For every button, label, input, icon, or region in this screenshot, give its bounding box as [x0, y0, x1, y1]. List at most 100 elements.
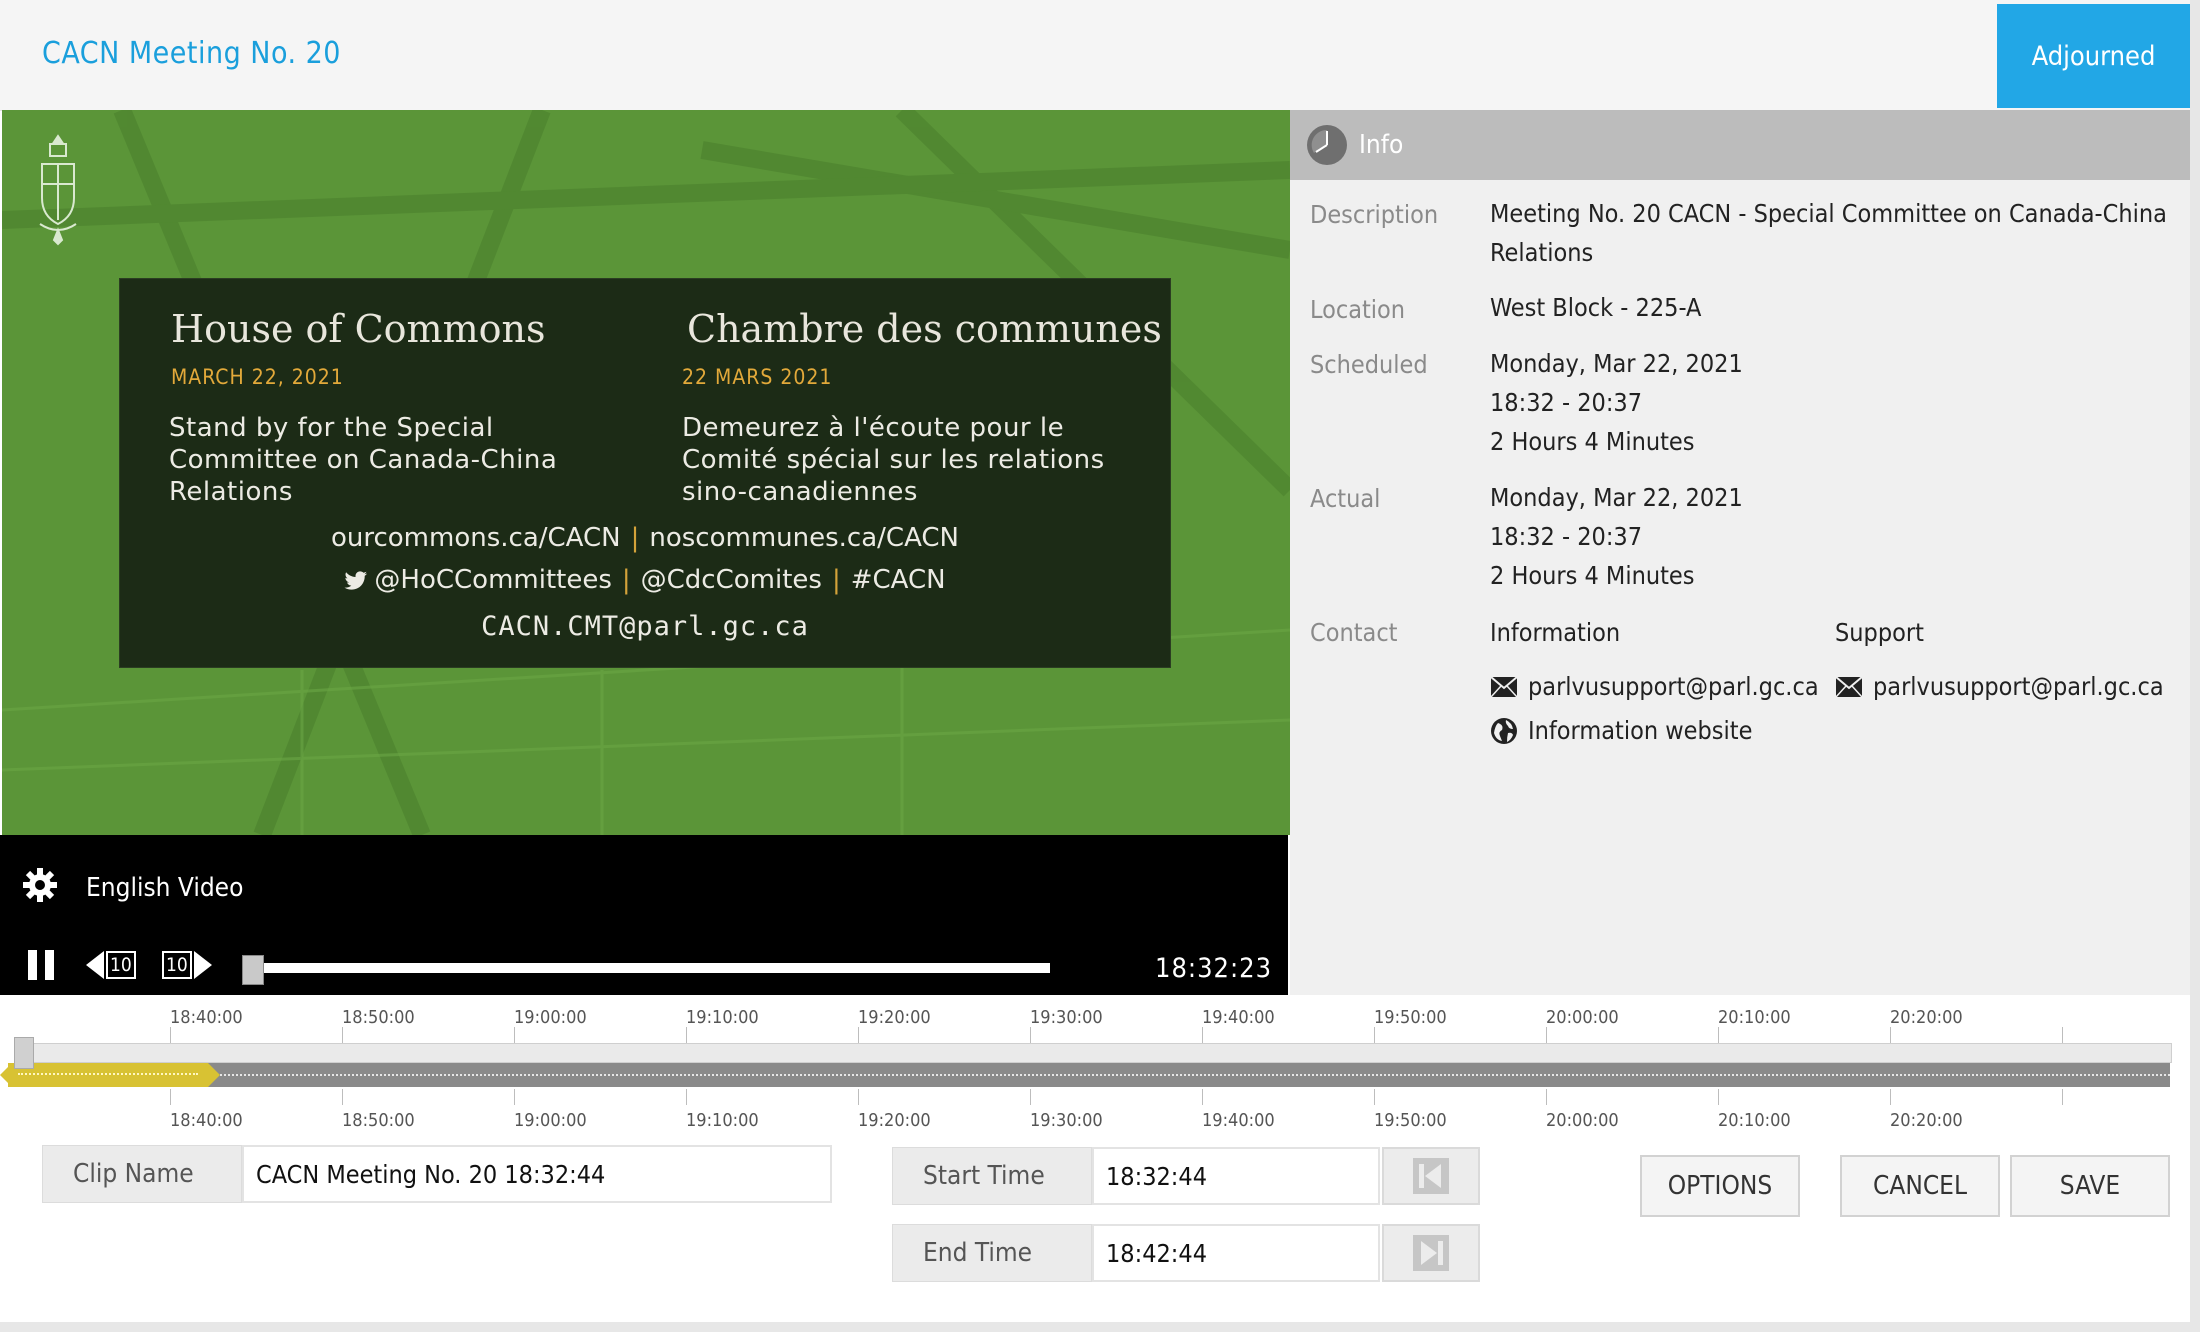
rewind-icon — [86, 951, 104, 979]
card-handle-fr: @CdcComites — [640, 565, 822, 595]
information-website: Information website — [1528, 716, 1753, 745]
clip-name-input[interactable] — [242, 1145, 832, 1203]
card-handle-en: @HoCCommittees — [374, 565, 612, 595]
timeline-tick-label: 19:30:00 — [1030, 1007, 1103, 1028]
start-time-input[interactable] — [1092, 1147, 1380, 1205]
information-email-link[interactable]: parlvusupport@parl.gc.ca — [1490, 672, 1819, 701]
timeline-tick — [1718, 1027, 1719, 1043]
timeline-tick-label: 19:30:00 — [1030, 1110, 1103, 1131]
gear-icon[interactable] — [22, 867, 58, 903]
cancel-button[interactable]: CANCEL — [1840, 1155, 2000, 1217]
parliament-crest-icon — [39, 134, 77, 246]
timeline-tick — [514, 1089, 515, 1105]
options-button[interactable]: OPTIONS — [1640, 1155, 1800, 1217]
card-message-fr: Demeurez à l'écoute pour le Comité spéci… — [682, 413, 1105, 507]
timeline-tick-label: 19:10:00 — [686, 1007, 759, 1028]
clip-range-selection[interactable] — [0, 1063, 220, 1087]
card-hashtag: #CACN — [850, 565, 946, 595]
timeline-tick — [858, 1027, 859, 1043]
mark-out-icon — [1413, 1235, 1449, 1271]
timeline-tick — [514, 1027, 515, 1043]
timeline-tick — [1890, 1089, 1891, 1105]
timeline-tick — [342, 1089, 343, 1105]
timeline-tick — [170, 1089, 171, 1105]
timeline-tick-label: 19:50:00 — [1374, 1007, 1447, 1028]
timeline-tick — [1546, 1027, 1547, 1043]
playhead-marker[interactable] — [14, 1037, 34, 1069]
card-url-fr: noscommunes.ca/CACN — [649, 523, 960, 553]
timeline-tick — [1202, 1089, 1203, 1105]
actual-date: Monday, Mar 22, 2021 — [1490, 483, 1743, 512]
timeline-tick — [342, 1027, 343, 1043]
pause-button[interactable] — [28, 950, 58, 980]
contact-label: Contact — [1310, 618, 1398, 647]
skip-back-button[interactable]: 10 — [86, 948, 138, 982]
skip-forward-button[interactable]: 10 — [160, 948, 212, 982]
timeline-tick — [2062, 1027, 2063, 1043]
timeline-track[interactable] — [8, 1063, 2170, 1087]
support-email: parlvusupport@parl.gc.ca — [1873, 672, 2164, 701]
timeline-tick-label: 18:50:00 — [342, 1007, 415, 1028]
status-badge: Adjourned — [1997, 4, 2190, 108]
seek-handle[interactable] — [242, 955, 264, 985]
scheduled-label: Scheduled — [1310, 350, 1428, 379]
card-date-fr: 22 MARS 2021 — [682, 365, 833, 389]
set-start-button[interactable] — [1382, 1147, 1480, 1205]
timeline-tick-label: 20:00:00 — [1546, 1110, 1619, 1131]
clip-timeline[interactable]: 18:40:00 18:50:00 19:00:00 19:10:00 19:20:00… — [0, 995, 2190, 1145]
support-email-link[interactable]: parlvusupport@parl.gc.ca — [1835, 672, 2164, 701]
timeline-tick-label: 18:50:00 — [342, 1110, 415, 1131]
twitter-icon — [344, 571, 368, 590]
track-dots — [8, 1074, 2170, 1076]
timeline-tick — [1546, 1089, 1547, 1105]
timeline-tick-label: 19:40:00 — [1202, 1110, 1275, 1131]
separator: | — [630, 523, 640, 553]
save-button[interactable]: SAVE — [2010, 1155, 2170, 1217]
globe-icon — [1491, 717, 1517, 744]
clip-end-handle[interactable] — [208, 1063, 220, 1087]
end-time-label: End Time — [892, 1224, 1092, 1282]
timeline-tick-label: 19:00:00 — [514, 1110, 587, 1131]
card-email: CACN.CMT@parl.gc.ca — [481, 611, 809, 642]
description-label: Description — [1310, 200, 1439, 229]
information-website-link[interactable]: Information website — [1490, 716, 1752, 745]
card-socials: @HoCCommittees | @CdcComites | #CACN — [120, 565, 1170, 595]
timeline-upper-track[interactable] — [22, 1043, 2172, 1063]
clip-dots — [18, 1073, 198, 1075]
page-title: CACN Meeting No. 20 — [42, 36, 341, 71]
scheduled-duration: 2 Hours 4 Minutes — [1490, 427, 1695, 456]
envelope-icon — [1835, 675, 1863, 698]
skip-back-amount: 10 — [106, 951, 136, 979]
player-controls: English Video 10 10 18:32:23 — [0, 835, 1288, 995]
header-bar: CACN Meeting No. 20 Adjourned — [0, 0, 2190, 111]
timeline-tick-label: 19:40:00 — [1202, 1007, 1275, 1028]
clock-icon — [1307, 125, 1347, 165]
timeline-tick-label: 19:50:00 — [1374, 1110, 1447, 1131]
card-url-en: ourcommons.ca/CACN — [330, 523, 621, 553]
timeline-tick — [858, 1089, 859, 1105]
clip-start-handle[interactable] — [0, 1063, 12, 1087]
information-email: parlvusupport@parl.gc.ca — [1528, 672, 1819, 701]
timeline-tick-label: 20:20:00 — [1890, 1110, 1963, 1131]
timeline-tick — [1030, 1027, 1031, 1043]
scheduled-date: Monday, Mar 22, 2021 — [1490, 349, 1743, 378]
set-end-button[interactable] — [1382, 1224, 1480, 1282]
app-frame: CACN Meeting No. 20 Adjourned House of C… — [0, 0, 2190, 1322]
forward-icon — [193, 951, 212, 979]
actual-duration: 2 Hours 4 Minutes — [1490, 561, 1695, 590]
card-message-en: Stand by for the Special Committee on Ca… — [169, 413, 558, 507]
timeline-tick-label: 20:10:00 — [1718, 1110, 1791, 1131]
clip-name-label: Clip Name — [42, 1145, 242, 1203]
info-panel: Info Description Meeting No. 20 CACN - S… — [1290, 110, 2190, 995]
timeline-tick — [686, 1089, 687, 1105]
description-value: Meeting No. 20 CACN - Special Committee … — [1490, 199, 2167, 267]
skip-forward-amount: 10 — [162, 951, 192, 979]
video-player[interactable]: House of Commons Chambre des communes MA… — [2, 110, 1290, 835]
video-language-label[interactable]: English Video — [86, 873, 243, 903]
end-time-input[interactable] — [1092, 1224, 1380, 1282]
timeline-tick-label: 20:00:00 — [1546, 1007, 1619, 1028]
mark-in-icon — [1413, 1158, 1449, 1194]
info-header: Info — [1290, 110, 2190, 180]
seek-bar[interactable] — [250, 963, 1050, 973]
current-time: 18:32:23 — [1155, 953, 1273, 984]
